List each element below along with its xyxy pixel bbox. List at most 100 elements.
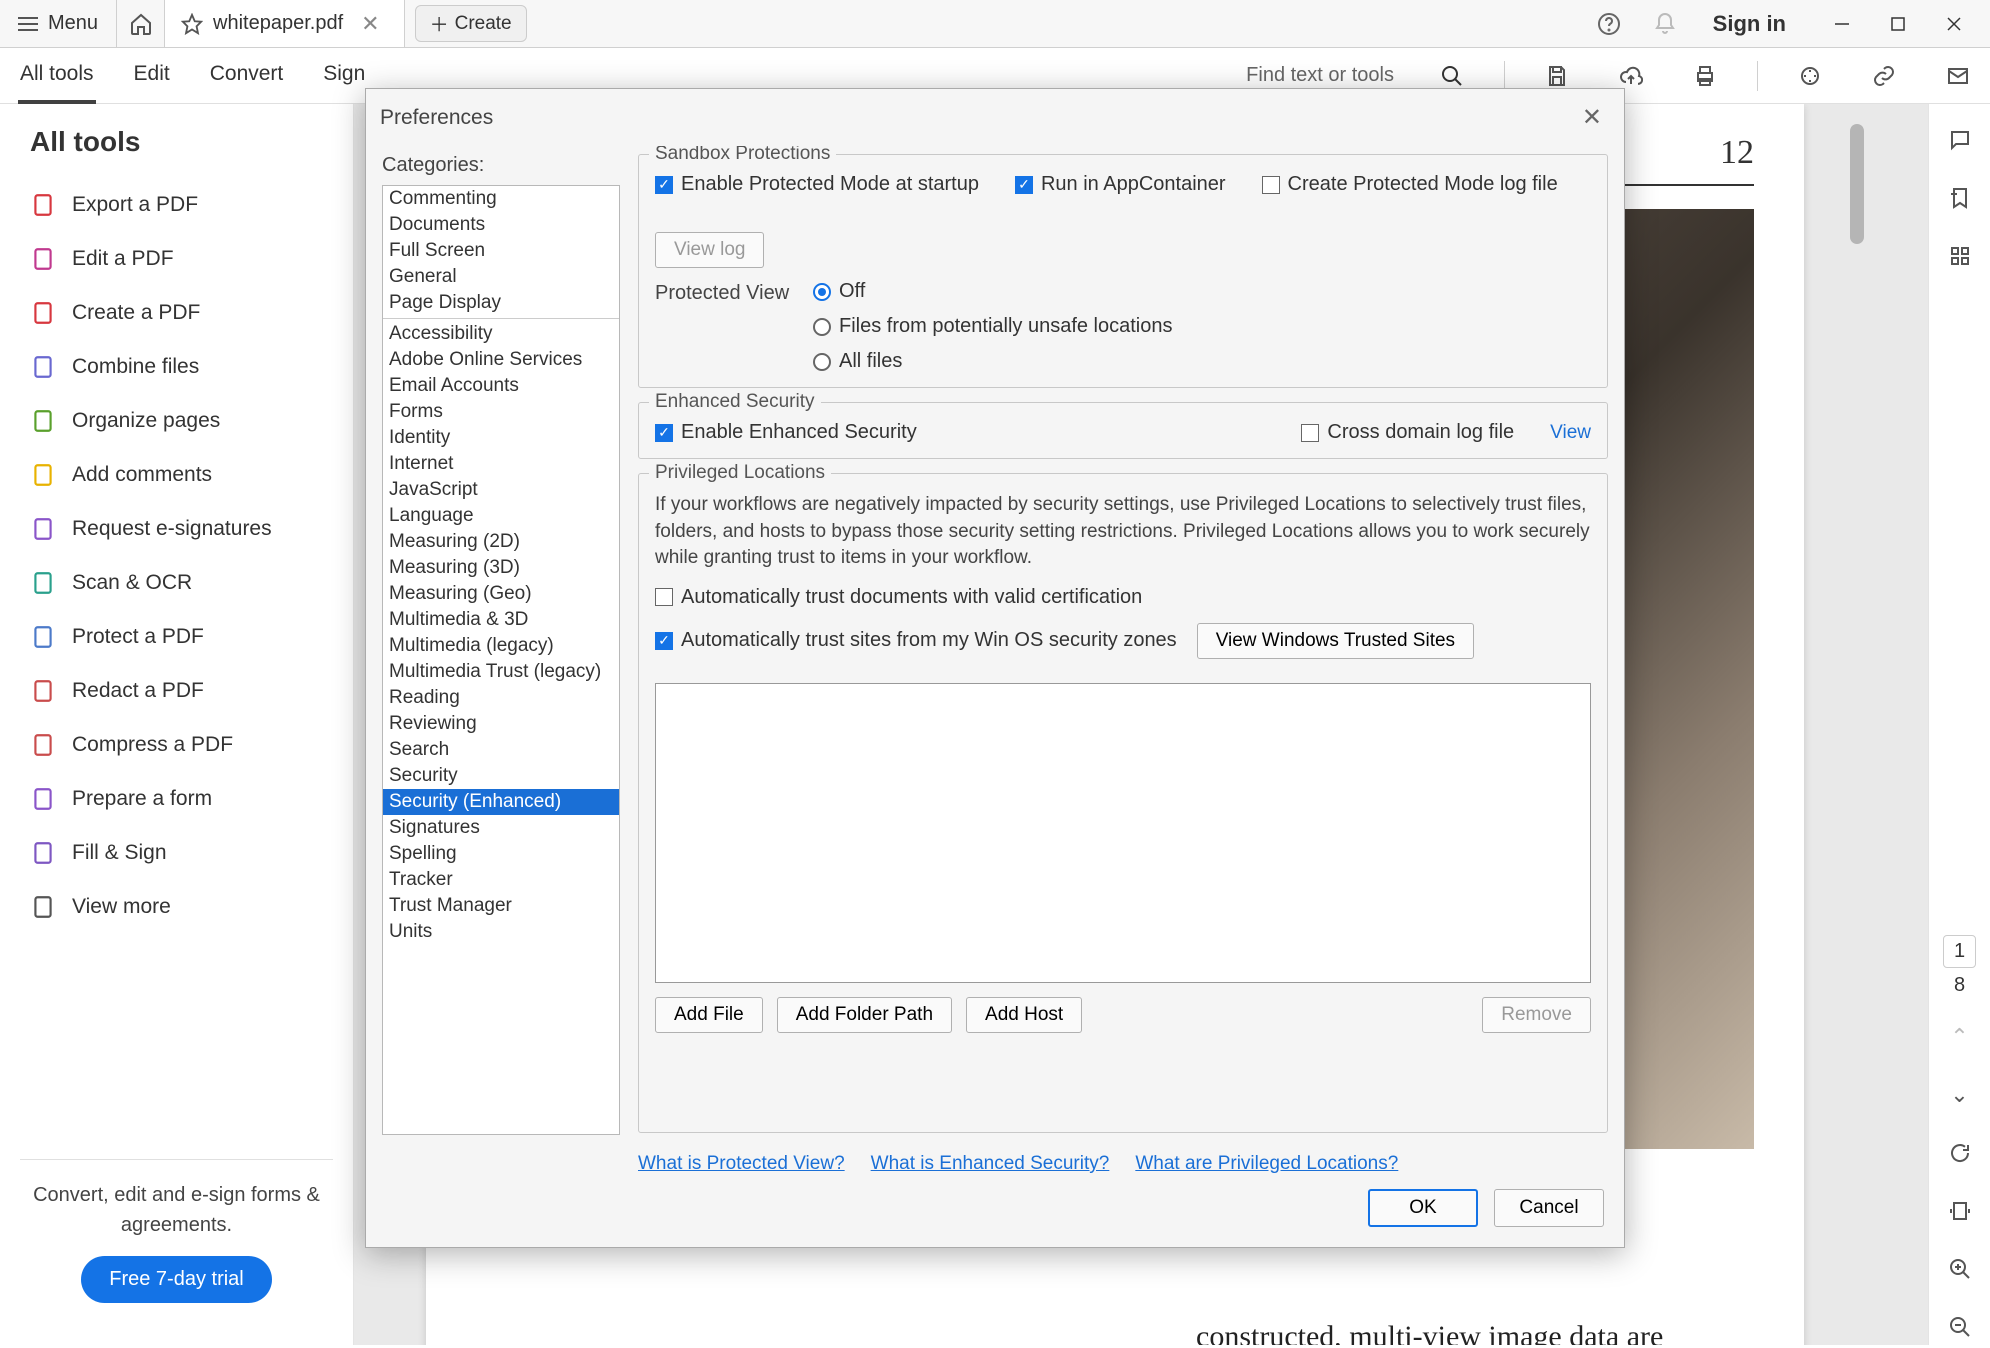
find-placeholder[interactable]: Find text or tools: [1246, 64, 1400, 87]
dialog-close-button[interactable]: ✕: [1574, 99, 1610, 136]
what-is-es-link[interactable]: What is Enhanced Security?: [871, 1153, 1110, 1175]
tool-item-add-comments[interactable]: Add comments: [20, 448, 333, 502]
window-close-button[interactable]: [1926, 0, 1982, 48]
pv-all-radio[interactable]: All files: [813, 350, 1173, 373]
category-item[interactable]: Commenting: [383, 186, 619, 212]
auto-trust-zones-checkbox[interactable]: Automatically trust sites from my Win OS…: [655, 629, 1177, 652]
category-item[interactable]: Measuring (Geo): [383, 581, 619, 607]
window-minimize-button[interactable]: [1814, 0, 1870, 48]
category-item[interactable]: Forms: [383, 399, 619, 425]
tool-item-fill-sign[interactable]: Fill & Sign: [20, 826, 333, 880]
category-item[interactable]: Language: [383, 503, 619, 529]
add-host-button[interactable]: Add Host: [966, 997, 1082, 1033]
category-item[interactable]: Adobe Online Services: [383, 347, 619, 373]
category-item[interactable]: Measuring (2D): [383, 529, 619, 555]
tab-convert[interactable]: Convert: [208, 48, 286, 104]
tab-edit[interactable]: Edit: [132, 48, 172, 104]
view-trusted-sites-button[interactable]: View Windows Trusted Sites: [1197, 623, 1474, 659]
category-item[interactable]: Signatures: [383, 815, 619, 841]
zoom-in-button[interactable]: [1942, 1251, 1978, 1287]
view-link[interactable]: View: [1550, 422, 1591, 444]
category-item[interactable]: Reading: [383, 685, 619, 711]
ai-button[interactable]: [1788, 54, 1832, 98]
view-log-button[interactable]: View log: [655, 232, 764, 268]
category-item[interactable]: Tracker: [383, 867, 619, 893]
scrollbar-thumb[interactable]: [1850, 124, 1864, 244]
category-item[interactable]: Email Accounts: [383, 373, 619, 399]
tool-item-combine-files[interactable]: Combine files: [20, 340, 333, 394]
category-item[interactable]: Page Display: [383, 290, 619, 316]
tool-item-redact-a-pdf[interactable]: Redact a PDF: [20, 664, 333, 718]
category-item[interactable]: General: [383, 264, 619, 290]
cancel-button[interactable]: Cancel: [1494, 1189, 1604, 1227]
print-button[interactable]: [1683, 54, 1727, 98]
category-item[interactable]: Internet: [383, 451, 619, 477]
trial-button[interactable]: Free 7-day trial: [81, 1256, 272, 1303]
sign-in-button[interactable]: Sign in: [1701, 11, 1798, 37]
tool-item-prepare-a-form[interactable]: Prepare a form: [20, 772, 333, 826]
category-item[interactable]: Units: [383, 919, 619, 945]
tool-item-create-a-pdf[interactable]: Create a PDF: [20, 286, 333, 340]
notifications-button[interactable]: [1645, 4, 1685, 44]
create-tab-button[interactable]: ＋ Create: [415, 5, 527, 42]
add-folder-button[interactable]: Add Folder Path: [777, 997, 952, 1033]
enable-enhanced-checkbox[interactable]: Enable Enhanced Security: [655, 421, 917, 444]
category-item[interactable]: Multimedia Trust (legacy): [383, 659, 619, 685]
enable-protected-mode-checkbox[interactable]: Enable Protected Mode at startup: [655, 173, 979, 196]
auto-trust-cert-checkbox[interactable]: Automatically trust documents with valid…: [655, 586, 1591, 609]
category-item[interactable]: Measuring (3D): [383, 555, 619, 581]
pv-off-radio[interactable]: Off: [813, 280, 1173, 303]
categories-listbox[interactable]: CommentingDocumentsFull ScreenGeneralPag…: [382, 185, 620, 1135]
thumbnails-button[interactable]: [1942, 238, 1978, 274]
privileged-locations-listbox[interactable]: [655, 683, 1591, 983]
link-button[interactable]: [1862, 54, 1906, 98]
tool-item-compress-a-pdf[interactable]: Compress a PDF: [20, 718, 333, 772]
category-item[interactable]: Security (Enhanced): [383, 789, 619, 815]
what-is-pl-link[interactable]: What are Privileged Locations?: [1135, 1153, 1398, 1175]
home-button[interactable]: [117, 0, 165, 47]
tool-item-organize-pages[interactable]: Organize pages: [20, 394, 333, 448]
what-is-pv-link[interactable]: What is Protected View?: [638, 1153, 845, 1175]
page-fit-button[interactable]: [1942, 1193, 1978, 1229]
ok-button[interactable]: OK: [1368, 1189, 1478, 1227]
category-item[interactable]: Reviewing: [383, 711, 619, 737]
comment-panel-button[interactable]: [1942, 122, 1978, 158]
create-log-checkbox[interactable]: Create Protected Mode log file: [1262, 173, 1558, 196]
add-file-button[interactable]: Add File: [655, 997, 763, 1033]
tool-item-protect-a-pdf[interactable]: Protect a PDF: [20, 610, 333, 664]
tab-close-button[interactable]: ✕: [353, 11, 387, 37]
category-item[interactable]: Identity: [383, 425, 619, 451]
tool-item-edit-a-pdf[interactable]: Edit a PDF: [20, 232, 333, 286]
category-item[interactable]: JavaScript: [383, 477, 619, 503]
tool-item-request-e-signatures[interactable]: Request e-signatures: [20, 502, 333, 556]
rotate-button[interactable]: [1942, 1135, 1978, 1171]
category-item[interactable]: Security: [383, 763, 619, 789]
current-page-input[interactable]: 1: [1943, 935, 1976, 968]
menu-button[interactable]: Menu: [0, 0, 117, 47]
share-button[interactable]: [1936, 54, 1980, 98]
category-item[interactable]: Multimedia & 3D: [383, 607, 619, 633]
bookmark-panel-button[interactable]: [1942, 180, 1978, 216]
category-item[interactable]: Multimedia (legacy): [383, 633, 619, 659]
category-item[interactable]: Documents: [383, 212, 619, 238]
tool-item-export-a-pdf[interactable]: Export a PDF: [20, 178, 333, 232]
zoom-out-button[interactable]: [1942, 1309, 1978, 1345]
category-item[interactable]: Full Screen: [383, 238, 619, 264]
tab-sign[interactable]: Sign: [321, 48, 367, 104]
tool-item-view-more[interactable]: View more: [20, 880, 333, 934]
tab-all-tools[interactable]: All tools: [18, 48, 96, 104]
page-up-button[interactable]: ⌃: [1942, 1019, 1978, 1055]
category-item[interactable]: Search: [383, 737, 619, 763]
tool-item-scan-ocr[interactable]: Scan & OCR: [20, 556, 333, 610]
category-item[interactable]: Accessibility: [383, 321, 619, 347]
category-item[interactable]: Spelling: [383, 841, 619, 867]
remove-button[interactable]: Remove: [1482, 997, 1591, 1033]
page-down-button[interactable]: ⌄: [1942, 1077, 1978, 1113]
file-tab[interactable]: whitepaper.pdf ✕: [165, 0, 405, 47]
category-item[interactable]: Trust Manager: [383, 893, 619, 919]
pv-unsafe-radio[interactable]: Files from potentially unsafe locations: [813, 315, 1173, 338]
run-appcontainer-checkbox[interactable]: Run in AppContainer: [1015, 173, 1226, 196]
cross-domain-log-checkbox[interactable]: Cross domain log file: [1301, 421, 1514, 444]
window-maximize-button[interactable]: [1870, 0, 1926, 48]
help-button[interactable]: [1589, 4, 1629, 44]
